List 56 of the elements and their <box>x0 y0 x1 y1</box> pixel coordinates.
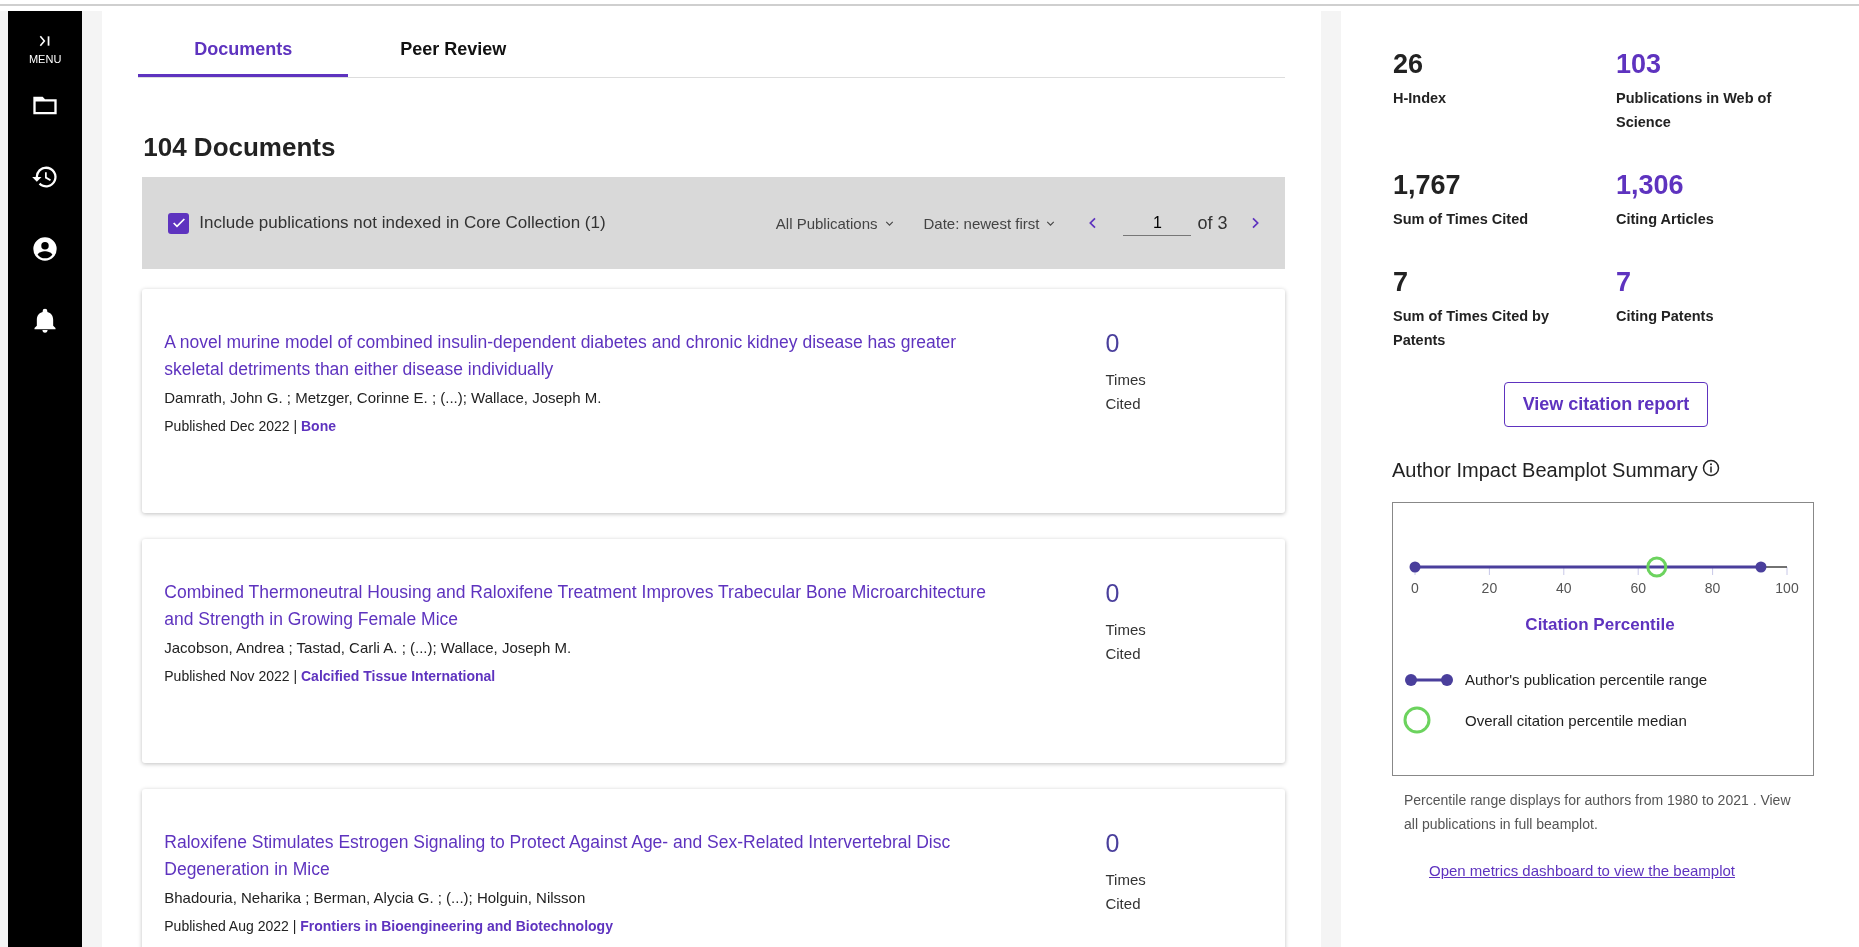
times-cited-count: 0 <box>1105 829 1120 858</box>
published-date: Published Nov 2022 | <box>164 668 298 684</box>
axis-title: Citation Percentile <box>1525 615 1675 635</box>
metric-label: Sum of Times Cited by Patents <box>1393 307 1551 350</box>
view-citation-report-button[interactable]: View citation report <box>1503 382 1709 427</box>
authors-text: Damrath, John G. ; Metzger, Corinne E. ; (...); Wallace, Joseph M. <box>164 389 603 406</box>
axis-tick-label: 20 <box>1481 580 1498 593</box>
range-legend-icon <box>1403 672 1455 687</box>
published-date: Published Aug 2022 | <box>164 918 297 934</box>
journal-link[interactable]: Bone <box>301 418 336 434</box>
authors-text: Jacobson, Andrea ; Tastad, Carli A. ; (...); Wallace, Joseph M. <box>164 639 573 656</box>
document-title-link[interactable]: Combined Thermoneutral Housing and Raloxifene Treatment Improves Trabecular Bone Microarchitecture and Strength in Growing Female Mice <box>164 579 1000 633</box>
metric-label: H-Index <box>1393 89 1448 108</box>
times-cited-label: Times Cited <box>1105 370 1147 414</box>
legend-label: Overall citation percentile median <box>1465 711 1687 729</box>
include-checkbox[interactable]: Include publications not indexed in Core Collection (1) <box>168 212 606 234</box>
axis-tick-label: 40 <box>1556 580 1572 593</box>
authors-text: Bhadouria, Neharika ; Berman, Alycia G. ; (...); Holguin, Nilsson <box>164 889 587 906</box>
axis-tick-label: 100 <box>1775 580 1799 593</box>
axis-tick-label: 0 <box>1411 580 1419 593</box>
metric-value[interactable]: 7 <box>1616 267 1632 298</box>
metric-label: Sum of Times Cited <box>1393 210 1530 229</box>
metric-value[interactable]: 1,306 <box>1616 170 1684 201</box>
times-cited-count: 0 <box>1105 579 1120 608</box>
metric-value: 26 <box>1393 49 1424 80</box>
documents-heading: 104 Documents <box>143 132 337 163</box>
account-icon[interactable] <box>31 235 60 263</box>
page-total: of 3 <box>1197 212 1228 234</box>
axis-tick-label: 80 <box>1704 580 1721 593</box>
beamplot-title: Author Impact Beamplot Summary <box>1392 459 1698 482</box>
median-legend-icon <box>1403 706 1431 734</box>
metric-value: 1,767 <box>1393 170 1461 201</box>
document-title-link[interactable]: Raloxifene Stimulates Estrogen Signaling to Protect Against Age- and Sex-Related Intervertebral Disc Degeneration in Mice <box>164 829 1000 883</box>
metrics-dashboard-link[interactable]: Open metrics dashboard to view the beamplot <box>1429 862 1735 879</box>
tab[interactable]: Documents <box>138 25 349 77</box>
journal-link[interactable]: Calcified Tissue International <box>301 668 496 684</box>
axis-tick-label: 60 <box>1630 580 1646 593</box>
metric-value[interactable]: 103 <box>1616 49 1662 80</box>
metric-label: Citing Patents <box>1616 307 1715 326</box>
times-cited-count: 0 <box>1105 329 1120 358</box>
times-cited-label: Times Cited <box>1105 870 1147 914</box>
legend-label: Author's publication percentile range <box>1465 671 1708 688</box>
page-number-field[interactable]: 1 <box>1123 210 1192 236</box>
sort-dropdown[interactable]: Date: newest first <box>923 214 1058 232</box>
metric-label: Citing Articles <box>1616 210 1715 229</box>
published-date: Published Dec 2022 | <box>164 418 298 434</box>
metric-label: Publications in Web of Science <box>1616 89 1773 132</box>
filter-dropdown[interactable]: All Publications <box>775 214 896 232</box>
menu-button[interactable]: MENU <box>28 33 62 65</box>
info-icon[interactable] <box>1701 459 1720 477</box>
document-title-link[interactable]: A novel murine model of combined insulin-dependent diabetes and chronic kidney disease has greater skeletal detriments than either disease individually <box>164 329 1000 383</box>
beamplot-note: Percentile range displays for authors from 1980 to 2021 . View all publications in full beamplot. <box>1404 791 1792 834</box>
times-cited-label: Times Cited <box>1105 620 1147 664</box>
journal-link[interactable]: Frontiers in Bioengineering and Biotechnology <box>300 918 613 934</box>
metric-value: 7 <box>1393 267 1409 298</box>
tab[interactable]: Peer Review <box>348 25 559 77</box>
